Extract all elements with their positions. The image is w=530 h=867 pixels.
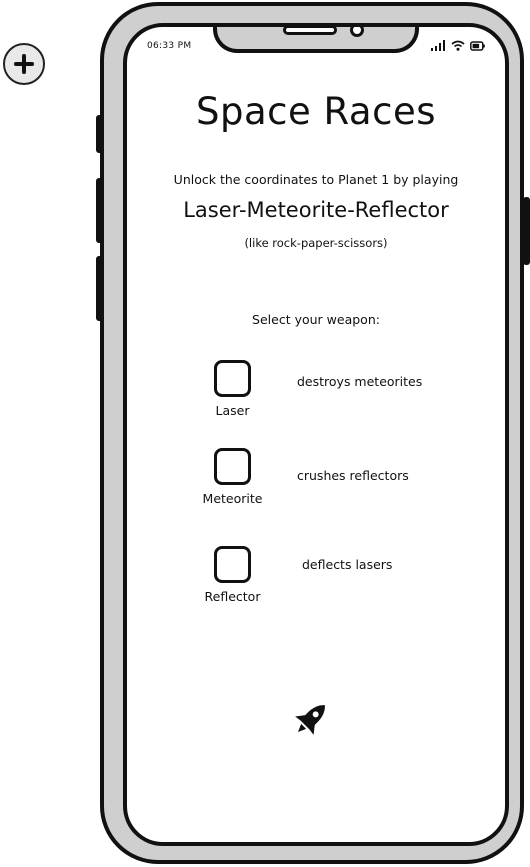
page-title: Space Races xyxy=(196,90,436,133)
weapon-description: crushes reflectors xyxy=(297,468,409,483)
weapon-label: Laser xyxy=(215,403,250,418)
launch-button[interactable] xyxy=(287,697,333,747)
intro-text: Unlock the coordinates to Planet 1 by pl… xyxy=(173,172,459,187)
weapon-checkbox-reflector[interactable] xyxy=(214,546,251,583)
game-name: Laser-Meteorite-Reflector xyxy=(183,198,449,222)
phone-screen: 06:33 PM Space Races Unlock the coordina… xyxy=(123,23,509,846)
status-time: 06:33 PM xyxy=(147,41,192,51)
status-icons xyxy=(431,40,485,51)
camera-icon xyxy=(350,27,364,37)
phone-side-button xyxy=(96,256,103,321)
weapon-option-meteorite: Meteorite crushes reflectors xyxy=(127,448,505,518)
battery-icon xyxy=(470,41,485,51)
weapon-prompt: Select your weapon: xyxy=(252,312,380,327)
weapon-description: destroys meteorites xyxy=(297,374,423,389)
weapon-checkbox-meteorite[interactable] xyxy=(214,448,251,485)
speaker-icon xyxy=(283,27,337,35)
weapon-description: deflects lasers xyxy=(302,557,393,572)
plus-icon xyxy=(14,54,34,74)
add-button[interactable] xyxy=(3,43,45,85)
signal-icon xyxy=(431,40,445,51)
phone-side-button xyxy=(96,115,103,153)
phone-notch xyxy=(213,27,419,53)
phone-side-button xyxy=(96,178,103,243)
weapon-option-laser: Laser destroys meteorites xyxy=(127,360,505,430)
wifi-icon xyxy=(451,40,465,51)
weapon-label: Reflector xyxy=(204,589,261,604)
hint-text: (like rock-paper-scissors) xyxy=(244,236,388,250)
weapon-label: Meteorite xyxy=(202,491,263,506)
canvas: 06:33 PM Space Races Unlock the coordina… xyxy=(0,0,530,867)
rocket-icon xyxy=(295,705,325,735)
phone-power-button xyxy=(523,197,530,265)
weapon-option-reflector: Reflector deflects lasers xyxy=(127,546,505,616)
weapon-checkbox-laser[interactable] xyxy=(214,360,251,397)
